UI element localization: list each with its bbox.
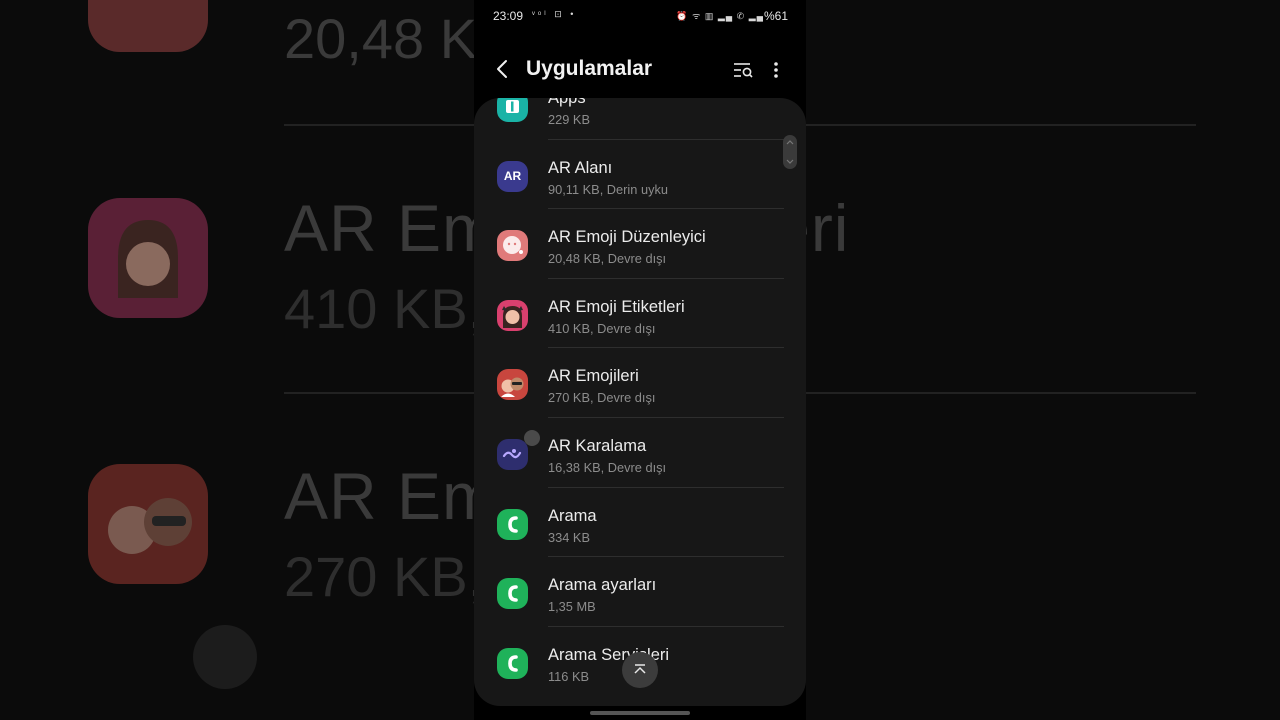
app-meta: 116 KB — [548, 668, 590, 684]
app-meta: 334 KB — [548, 529, 590, 545]
status-system-icons: ⏰ ᯤ ▥ ▂▄ ✆ ▂▄ — [676, 11, 764, 21]
list-item-ar-alani[interactable]: AR AR Alanı 90,11 KB, Derin uyku — [474, 140, 806, 210]
list-item-ar-emojis[interactable]: AR Emojileri 270 KB, Devre dışı — [474, 348, 806, 418]
app-name: Arama — [548, 506, 597, 525]
background-stickers-icon — [88, 198, 208, 318]
phone-icon — [497, 508, 528, 540]
app-meta: 410 KB, Devre dışı — [548, 320, 656, 336]
app-meta: 1,35 MB — [548, 599, 596, 615]
status-notification-icons: ᵛᵒˡ ⊡ • — [532, 9, 577, 19]
ar-emojis-icon — [497, 369, 528, 401]
background-scroll-top-button — [193, 625, 257, 689]
status-bar: 23:09 ᵛᵒˡ ⊡ • ⏰ ᯤ ▥ ▂▄ ✆ ▂▄ %61 — [474, 0, 806, 32]
app-name: AR Karalama — [548, 436, 647, 455]
ar-zone-icon: AR — [497, 160, 528, 192]
more-vert-icon[interactable] — [766, 58, 786, 82]
app-name: AR Emojileri — [548, 367, 639, 386]
list-item-arama[interactable]: Arama 334 KB — [474, 488, 806, 558]
phone-icon — [497, 578, 528, 610]
background-emojis-icon — [88, 464, 208, 584]
app-meta: 229 KB — [548, 112, 590, 127]
list-item-ar-emoji-stickers[interactable]: AR Emoji Etiketleri 410 KB, Devre dışı — [474, 279, 806, 349]
background-emoji-editor-icon — [88, 0, 208, 52]
background-stickers-meta: 410 KB, — [284, 277, 484, 340]
app-meta: 270 KB, Devre dışı — [548, 390, 656, 406]
status-time: 23:09 — [493, 9, 524, 23]
app-name: AR Alanı — [548, 158, 613, 177]
app-bar: Uygulamalar — [474, 46, 806, 94]
app-list: Apps 229 KB AR AR Alanı 90,11 KB, Derin … — [474, 98, 806, 696]
search-filter-icon[interactable] — [730, 58, 756, 82]
app-name: AR Emoji Düzenleyici — [548, 228, 706, 247]
app-name: Apps — [548, 98, 586, 107]
list-item-arama-ayarlari[interactable]: Arama ayarları 1,35 MB — [474, 557, 806, 627]
ar-emoji-stickers-icon — [497, 299, 528, 331]
page-title: Uygulamalar — [526, 57, 653, 80]
list-item-apps[interactable]: Apps 229 KB — [474, 98, 806, 140]
app-list-card: Apps 229 KB AR AR Alanı 90,11 KB, Derin … — [474, 98, 806, 706]
back-arrow-icon[interactable] — [492, 56, 514, 82]
ar-emoji-editor-icon — [497, 230, 528, 262]
scroll-to-top-button[interactable] — [622, 652, 658, 688]
app-meta: 16,38 KB, Devre dışı — [548, 459, 667, 475]
ar-doodle-icon — [497, 438, 528, 470]
home-indicator[interactable] — [590, 711, 690, 715]
app-meta: 20,48 KB, Devre dışı — [548, 251, 667, 267]
list-item-ar-doodle[interactable]: AR Karalama 16,38 KB, Devre dışı — [474, 418, 806, 488]
touch-indicator — [524, 430, 540, 446]
phone-icon — [497, 647, 528, 679]
phone-screen: 23:09 ᵛᵒˡ ⊡ • ⏰ ᯤ ▥ ▂▄ ✆ ▂▄ %61 Uygulama… — [474, 0, 806, 720]
background-emojis-meta: 270 KB, — [284, 545, 484, 608]
app-name: Arama ayarları — [548, 576, 657, 595]
fast-scroll-handle[interactable] — [783, 135, 797, 169]
battery-level: %61 — [763, 9, 788, 23]
list-item-ar-emoji-editor[interactable]: AR Emoji Düzenleyici 20,48 KB, Devre dış… — [474, 209, 806, 279]
app-meta: 90,11 KB, Derin uyku — [548, 181, 668, 197]
app-name: AR Emoji Etiketleri — [548, 297, 685, 316]
apps-icon — [497, 98, 528, 122]
